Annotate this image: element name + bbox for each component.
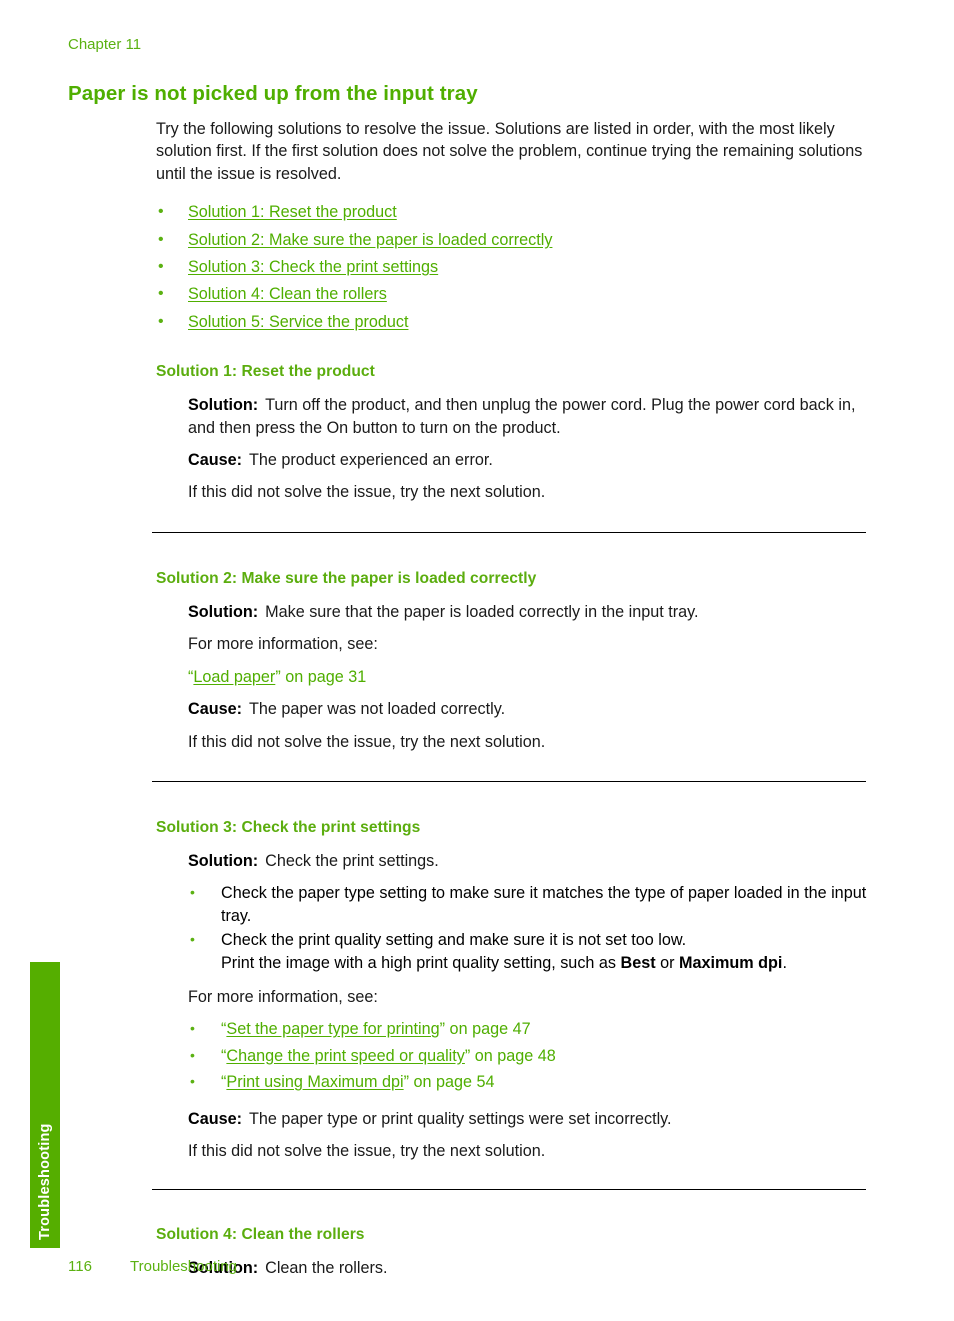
page-footer: 116 Troubleshooting bbox=[68, 1258, 237, 1275]
solution-3-bullet-1-text: Check the paper type setting to make sur… bbox=[221, 884, 867, 925]
bullet-icon: • bbox=[158, 258, 164, 276]
solution-3-body: Solution: Check the print settings. • Che… bbox=[188, 850, 878, 1162]
solution-2-more-info: For more information, see: bbox=[188, 635, 378, 654]
list-item: • “Print using Maximum dpi” on page 54 bbox=[188, 1071, 878, 1093]
solution-2-next: If this did not solve the issue, try the… bbox=[188, 732, 546, 751]
list-item: • “Set the paper type for printing” on p… bbox=[188, 1018, 878, 1040]
solution-3-more-info: For more information, see: bbox=[188, 987, 378, 1006]
solution-3-next: If this did not solve the issue, try the… bbox=[188, 1141, 546, 1160]
solution-1-body: Solution: Turn off the product, and then … bbox=[188, 394, 878, 504]
solution-2-cause: Cause: The paper was not loaded correctly… bbox=[188, 698, 878, 720]
link-print-maximum-dpi[interactable]: Print using Maximum dpi bbox=[226, 1073, 403, 1091]
bullet-icon: • bbox=[190, 1020, 195, 1037]
solution-2-solution: Solution: Make sure that the paper is loa… bbox=[188, 601, 878, 623]
bullet-icon: • bbox=[190, 931, 195, 948]
heading-solution-4: Solution 4: Clean the rollers bbox=[156, 1226, 365, 1244]
cause-label: Cause: bbox=[188, 700, 242, 719]
side-tab-troubleshooting: Troubleshooting bbox=[30, 962, 60, 1248]
list-item: • Check the paper type setting to make s… bbox=[188, 882, 878, 927]
solution-3-cause: Cause: The paper type or print quality se… bbox=[188, 1108, 878, 1130]
page-ref: on page 47 bbox=[445, 1020, 531, 1039]
solution-1-solution: Solution: Turn off the product, and then … bbox=[188, 394, 878, 439]
page-ref: on page 31 bbox=[280, 667, 367, 686]
solution-2-xref: “Load paper” on page 31 bbox=[188, 666, 878, 688]
solution-link-list: • Solution 1: Reset the product • Soluti… bbox=[156, 201, 878, 333]
cause-label: Cause: bbox=[188, 451, 242, 470]
solution-1-cause-text: The product experienced an error. bbox=[248, 451, 493, 470]
solution-4-solution-text: Clean the rollers. bbox=[265, 1259, 388, 1278]
page-title: Paper is not picked up from the input tr… bbox=[68, 82, 478, 105]
solution-3-bullet-2-line-2-pre: Print the image with a high print qualit… bbox=[221, 953, 621, 972]
quality-maximum-dpi: Maximum dpi bbox=[679, 953, 783, 972]
footer-page-number: 116 bbox=[68, 1258, 92, 1275]
solution-3-bullet-2-line-1: Check the print quality setting and make… bbox=[221, 931, 687, 950]
link-solution-3[interactable]: Solution 3: Check the print settings bbox=[188, 258, 438, 276]
link-solution-5[interactable]: Solution 5: Service the product bbox=[188, 313, 408, 331]
list-item: • Solution 4: Clean the rollers bbox=[156, 283, 878, 305]
solution-4-body: Solution: Clean the rollers. bbox=[188, 1257, 878, 1279]
page-content: Try the following solutions to resolve t… bbox=[152, 118, 878, 1280]
page-ref: on page 48 bbox=[470, 1046, 556, 1065]
solution-3-bullets: • Check the paper type setting to make s… bbox=[188, 882, 878, 974]
list-item: • Solution 1: Reset the product bbox=[156, 201, 878, 223]
solution-3-solution: Solution: Check the print settings. bbox=[188, 850, 878, 872]
solution-label: Solution: bbox=[188, 602, 259, 621]
link-load-paper[interactable]: Load paper bbox=[193, 668, 275, 686]
solution-3-bullet-2-line-2-mid: or bbox=[655, 953, 679, 972]
solution-1-solution-text: Turn off the product, and then unplug th… bbox=[188, 396, 856, 437]
solution-3-xref-list: • “Set the paper type for printing” on p… bbox=[188, 1018, 878, 1093]
solution-1-next: If this did not solve the issue, try the… bbox=[188, 483, 546, 502]
link-solution-2[interactable]: Solution 2: Make sure the paper is loade… bbox=[188, 231, 552, 249]
list-item: • Solution 3: Check the print settings bbox=[156, 256, 878, 278]
heading-solution-3: Solution 3: Check the print settings bbox=[156, 818, 421, 836]
list-item: • “Change the print speed or quality” on… bbox=[188, 1045, 878, 1067]
list-item: • Solution 5: Service the product bbox=[156, 311, 878, 333]
solution-2-solution-text: Make sure that the paper is loaded corre… bbox=[265, 602, 699, 621]
solution-label: Solution: bbox=[188, 396, 259, 415]
bullet-icon: • bbox=[190, 1046, 195, 1063]
page-ref: on page 54 bbox=[409, 1073, 495, 1092]
heading-solution-1: Solution 1: Reset the product bbox=[156, 363, 375, 381]
solution-2-body: Solution: Make sure that the paper is loa… bbox=[188, 601, 878, 753]
solution-3-solution-text: Check the print settings. bbox=[265, 851, 439, 870]
bullet-icon: • bbox=[158, 285, 164, 303]
link-solution-1[interactable]: Solution 1: Reset the product bbox=[188, 203, 397, 221]
list-item: • Check the print quality setting and ma… bbox=[188, 929, 878, 974]
solution-3-bullet-2-line-2-post: . bbox=[782, 953, 787, 972]
solution-4-solution: Solution: Clean the rollers. bbox=[188, 1257, 878, 1279]
heading-solution-2: Solution 2: Make sure the paper is loade… bbox=[156, 569, 537, 587]
side-tab-label: Troubleshooting bbox=[37, 1123, 53, 1240]
solution-2-cause-text: The paper was not loaded correctly. bbox=[248, 700, 506, 719]
bullet-icon: • bbox=[190, 1073, 195, 1090]
solution-1-cause: Cause: The product experienced an error. bbox=[188, 449, 878, 471]
link-solution-4[interactable]: Solution 4: Clean the rollers bbox=[188, 285, 387, 303]
solution-label: Solution: bbox=[188, 851, 259, 870]
intro-paragraph: Try the following solutions to resolve t… bbox=[156, 120, 863, 183]
bullet-icon: • bbox=[158, 312, 164, 330]
footer-section-name: Troubleshooting bbox=[130, 1258, 238, 1275]
chapter-header: Chapter 11 bbox=[68, 36, 142, 53]
document-page: Chapter 11 Paper is not picked up from t… bbox=[0, 0, 954, 1321]
solution-3-cause-text: The paper type or print quality settings… bbox=[248, 1109, 672, 1128]
link-change-print-speed[interactable]: Change the print speed or quality bbox=[226, 1047, 464, 1065]
bullet-icon: • bbox=[158, 203, 164, 221]
list-item: • Solution 2: Make sure the paper is loa… bbox=[156, 229, 878, 251]
bullet-icon: • bbox=[190, 884, 195, 901]
quality-best: Best bbox=[620, 953, 656, 972]
cause-label: Cause: bbox=[188, 1109, 242, 1128]
bullet-icon: • bbox=[158, 230, 164, 248]
link-set-paper-type[interactable]: Set the paper type for printing bbox=[226, 1020, 439, 1038]
